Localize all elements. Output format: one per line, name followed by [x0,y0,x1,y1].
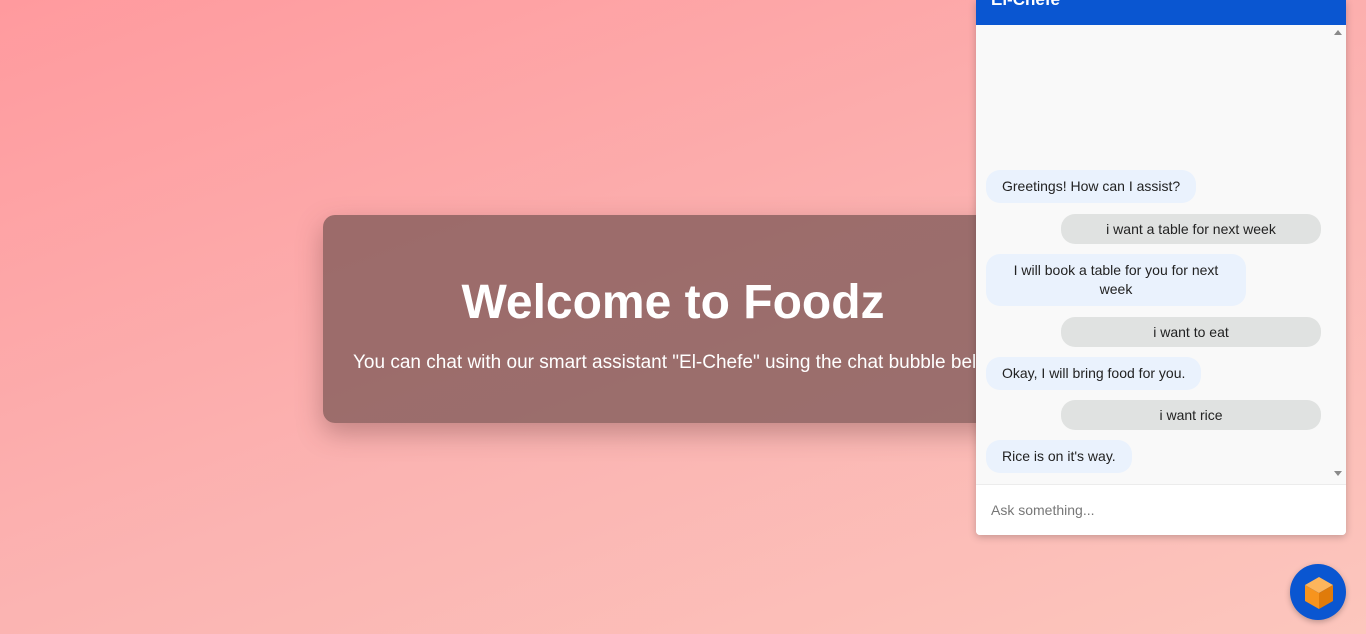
chat-title: El-Chefe [991,0,1060,12]
cube-icon [1305,577,1333,609]
chat-input-area [976,484,1346,535]
bot-message: I will book a table for you for next wee… [986,254,1246,306]
user-message: i want a table for next week [1061,214,1321,244]
chat-message-input[interactable] [976,485,1346,535]
user-message: i want rice [1061,400,1321,430]
bot-message: Okay, I will bring food for you. [986,357,1202,390]
chat-launcher-button[interactable] [1290,564,1346,620]
chat-message-list[interactable]: Greetings! How can I assist? i want a ta… [976,25,1346,484]
bot-message: Greetings! How can I assist? [986,170,1197,203]
welcome-title: Welcome to Foodz [461,276,885,329]
user-message: i want to eat [1061,317,1321,347]
welcome-card: Welcome to Foodz You can chat with our s… [323,215,1023,423]
scroll-up-arrow-icon[interactable] [1334,30,1342,35]
bot-message: Rice is on it's way. [986,440,1132,473]
chat-header: El-Chefe [976,0,1346,25]
scroll-down-arrow-icon[interactable] [1334,471,1342,476]
welcome-subtitle: You can chat with our smart assistant "E… [353,352,1005,373]
chat-widget: El-Chefe Greetings! How can I assist? i … [976,0,1346,535]
